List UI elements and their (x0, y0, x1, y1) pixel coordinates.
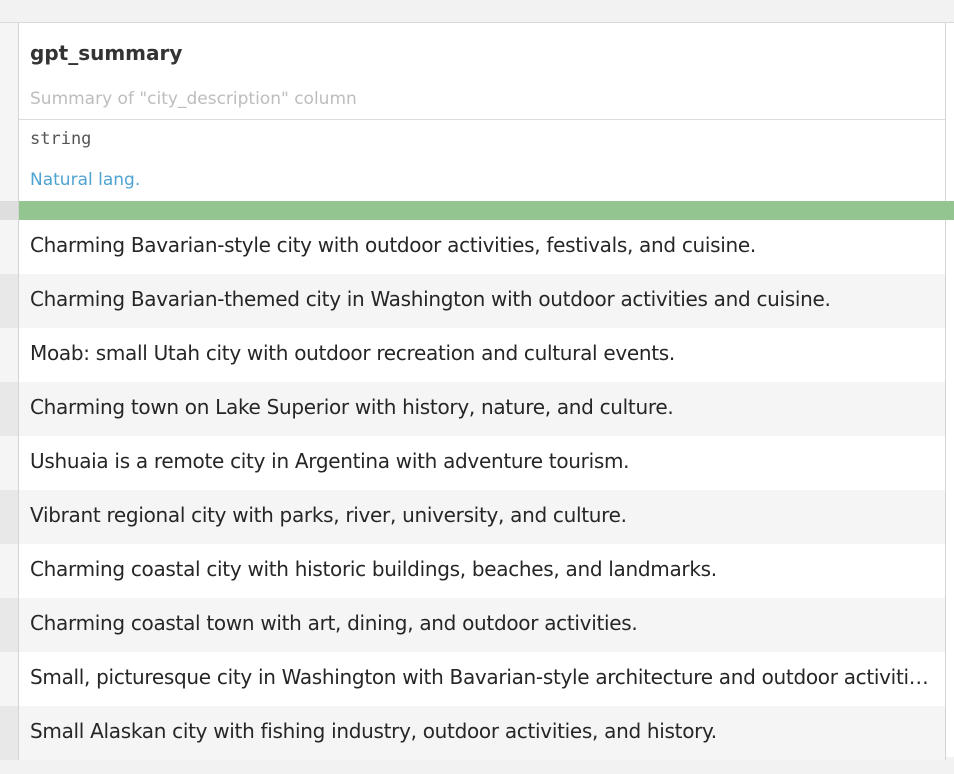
table-row[interactable]: Small Alaskan city with fishing industry… (0, 706, 954, 760)
cell-text: Charming coastal city with historic buil… (30, 557, 717, 581)
table-row[interactable]: Vibrant regional city with parks, river,… (0, 490, 954, 544)
table-cell[interactable]: Charming Bavarian-themed city in Washing… (19, 274, 946, 328)
table-row[interactable]: Ushuaia is a remote city in Argentina wi… (0, 436, 954, 490)
row-gutter (0, 652, 19, 706)
meaning-link[interactable]: Natural lang. (30, 170, 140, 190)
table-cell[interactable]: Charming Bavarian-style city with outdoo… (19, 220, 946, 274)
table-cell[interactable]: Charming town on Lake Superior with hist… (19, 382, 946, 436)
cell-text: Small, picturesque city in Washington wi… (30, 665, 933, 689)
cell-text: Vibrant regional city with parks, river,… (30, 503, 627, 527)
cell-text: Small Alaskan city with fishing industry… (30, 719, 717, 743)
storage-type: string (30, 129, 92, 149)
table-row[interactable]: Moab: small Utah city with outdoor recre… (0, 328, 954, 382)
table-row[interactable]: Charming coastal town with art, dining, … (0, 598, 954, 652)
column-type-info: string Natural lang. (19, 120, 945, 200)
table-cell[interactable]: Charming coastal city with historic buil… (19, 544, 946, 598)
table-cell[interactable]: Charming coastal town with art, dining, … (19, 598, 946, 652)
row-gutter (0, 490, 19, 544)
column-name[interactable]: gpt_summary (30, 41, 182, 65)
row-gutter (0, 220, 19, 274)
table-body: Charming Bavarian-style city with outdoo… (0, 220, 954, 760)
table-row[interactable]: Charming Bavarian-themed city in Washing… (0, 274, 954, 328)
table-row[interactable]: Charming Bavarian-style city with outdoo… (0, 220, 954, 274)
row-gutter (0, 598, 19, 652)
top-scroll-area (0, 0, 954, 23)
row-gutter (0, 544, 19, 598)
row-gutter (0, 328, 19, 382)
quality-bar-gutter (0, 201, 18, 220)
table-cell[interactable]: Small Alaskan city with fishing industry… (19, 706, 946, 760)
cell-text: Charming Bavarian-style city with outdoo… (30, 233, 756, 257)
column-header[interactable]: gpt_summary Summary of "city_description… (19, 23, 945, 120)
table-row[interactable]: Charming town on Lake Superior with hist… (0, 382, 954, 436)
row-gutter (0, 706, 19, 760)
row-gutter (0, 382, 19, 436)
cell-text: Ushuaia is a remote city in Argentina wi… (30, 449, 630, 473)
table-row[interactable]: Charming coastal city with historic buil… (0, 544, 954, 598)
table-cell[interactable]: Small, picturesque city in Washington wi… (19, 652, 946, 706)
column-description: Summary of "city_description" column (30, 89, 357, 109)
data-quality-bar[interactable] (19, 201, 954, 220)
cell-text: Moab: small Utah city with outdoor recre… (30, 341, 675, 365)
row-gutter (0, 274, 19, 328)
table-cell[interactable]: Ushuaia is a remote city in Argentina wi… (19, 436, 946, 490)
cell-text: Charming town on Lake Superior with hist… (30, 395, 674, 419)
cell-text: Charming coastal town with art, dining, … (30, 611, 638, 635)
row-gutter (0, 436, 19, 490)
cell-text: Charming Bavarian-themed city in Washing… (30, 287, 831, 311)
table-cell[interactable]: Vibrant regional city with parks, river,… (19, 490, 946, 544)
table-row[interactable]: Small, picturesque city in Washington wi… (0, 652, 954, 706)
table-cell[interactable]: Moab: small Utah city with outdoor recre… (19, 328, 946, 382)
